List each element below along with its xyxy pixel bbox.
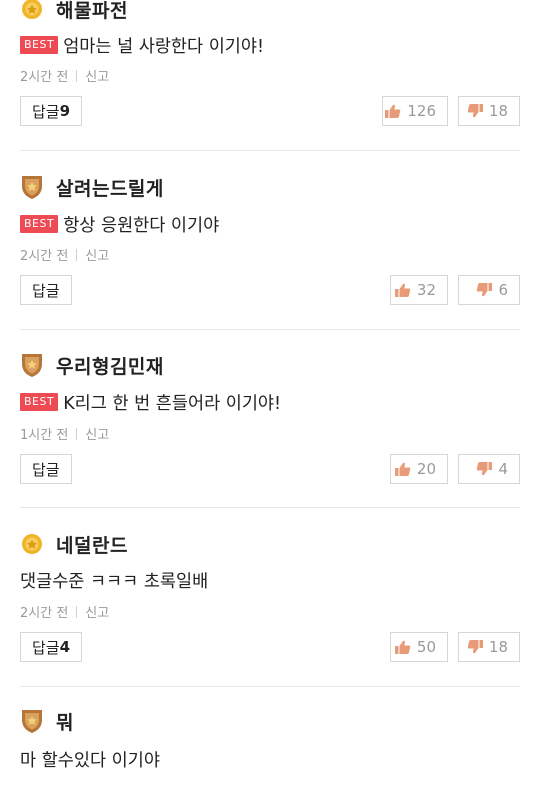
best-badge: BEST — [20, 393, 59, 411]
comment-header: 살려는드릴게 — [20, 172, 164, 202]
thumbs-up-icon — [394, 640, 411, 654]
nickname[interactable]: 뭐 — [56, 708, 74, 735]
comment-text: 마 할수있다 이기야 — [20, 750, 160, 771]
dislike-button[interactable]: 18 — [458, 632, 520, 662]
reply-button[interactable]: 답글 — [20, 275, 72, 305]
nickname[interactable]: 해물파전 — [56, 0, 128, 23]
meta-separator — [76, 427, 78, 440]
meta-separator — [76, 248, 78, 261]
reply-label: 답글 — [32, 638, 60, 657]
reply-label: 답글 — [32, 281, 60, 300]
reply-count: 9 — [59, 102, 71, 120]
report-link[interactable]: 신고 — [85, 424, 109, 443]
thumbs-up-icon — [394, 462, 411, 476]
dislike-button[interactable]: 18 — [458, 96, 520, 126]
timestamp: 2시간 전 — [20, 70, 69, 85]
comment-meta: 2시간 전 신고 — [20, 245, 109, 264]
best-badge: BEST — [20, 215, 59, 233]
timestamp: 1시간 전 — [20, 428, 69, 443]
comment-meta: 2시간 전 신고 — [20, 66, 109, 85]
reply-count: 4 — [59, 638, 71, 656]
comment-text: 항상 응원한다 이기야 — [63, 215, 220, 236]
thumbs-down-icon — [467, 104, 483, 118]
like-count: 126 — [407, 102, 436, 120]
dislike-count: 6 — [498, 281, 508, 299]
timestamp: 2시간 전 — [20, 249, 69, 264]
meta-separator — [76, 69, 78, 82]
comment-meta: 1시간 전 신고 — [20, 424, 109, 443]
reply-label: 답글 — [32, 102, 60, 121]
comment-text: 댓글수준 ㅋㅋㅋ 초록일배 — [20, 571, 209, 592]
bronze-shield-icon — [20, 174, 44, 200]
comment-body: 마 할수있다 이기야 — [20, 746, 160, 772]
comment-header: 우리형김민재 — [20, 350, 164, 380]
divider — [20, 150, 520, 151]
comment-body: 댓글수준 ㅋㅋㅋ 초록일배 — [20, 567, 208, 593]
report-link[interactable]: 신고 — [85, 602, 109, 621]
comment-header: 네덜란드 — [20, 529, 128, 559]
gold-medal-icon — [20, 0, 44, 22]
nickname[interactable]: 우리형김민재 — [56, 352, 164, 379]
comment-body: BEST 항상 응원한다 이기야 — [20, 211, 219, 237]
comment-header: 해물파전 — [20, 0, 128, 24]
divider — [20, 507, 520, 508]
divider — [20, 329, 520, 330]
like-button[interactable]: 126 — [382, 96, 448, 126]
comment-text: K리그 한 번 흔들어라 이기야! — [63, 393, 282, 414]
like-button[interactable]: 50 — [390, 632, 448, 662]
thumbs-down-icon — [477, 283, 493, 297]
like-count: 32 — [416, 281, 436, 299]
nickname[interactable]: 살려는드릴게 — [56, 174, 164, 201]
like-button[interactable]: 20 — [390, 454, 448, 484]
comment-body: BEST K리그 한 번 흔들어라 이기야! — [20, 389, 281, 415]
comment-header: 뭐 — [20, 706, 74, 736]
dislike-count: 18 — [488, 102, 508, 120]
thumbs-down-icon — [467, 640, 483, 654]
dislike-button[interactable]: 6 — [458, 275, 520, 305]
report-link[interactable]: 신고 — [85, 245, 109, 264]
dislike-count: 4 — [498, 460, 508, 478]
comment-body: BEST 엄마는 널 사랑한다 이기야! — [20, 32, 264, 58]
comment-text: 엄마는 널 사랑한다 이기야! — [63, 36, 265, 57]
reply-button[interactable]: 답글 9 — [20, 96, 83, 126]
reply-label: 답글 — [32, 460, 60, 479]
report-link[interactable]: 신고 — [85, 66, 109, 85]
dislike-count: 18 — [488, 638, 508, 656]
like-button[interactable]: 32 — [390, 275, 448, 305]
comment-meta: 2시간 전 신고 — [20, 602, 109, 621]
like-count: 20 — [416, 460, 436, 478]
timestamp: 2시간 전 — [20, 606, 69, 621]
bronze-shield-icon — [20, 352, 44, 378]
reply-button[interactable]: 답글 — [20, 454, 72, 484]
thumbs-up-icon — [385, 104, 401, 118]
dislike-button[interactable]: 4 — [458, 454, 520, 484]
gold-medal-icon — [20, 531, 44, 557]
nickname[interactable]: 네덜란드 — [56, 531, 128, 558]
best-badge: BEST — [20, 36, 59, 54]
like-count: 50 — [416, 638, 436, 656]
divider — [20, 686, 520, 687]
reply-button[interactable]: 답글 4 — [20, 632, 83, 662]
thumbs-down-icon — [477, 462, 493, 476]
thumbs-up-icon — [394, 283, 411, 297]
meta-separator — [76, 605, 78, 618]
bronze-shield-icon — [20, 708, 44, 734]
